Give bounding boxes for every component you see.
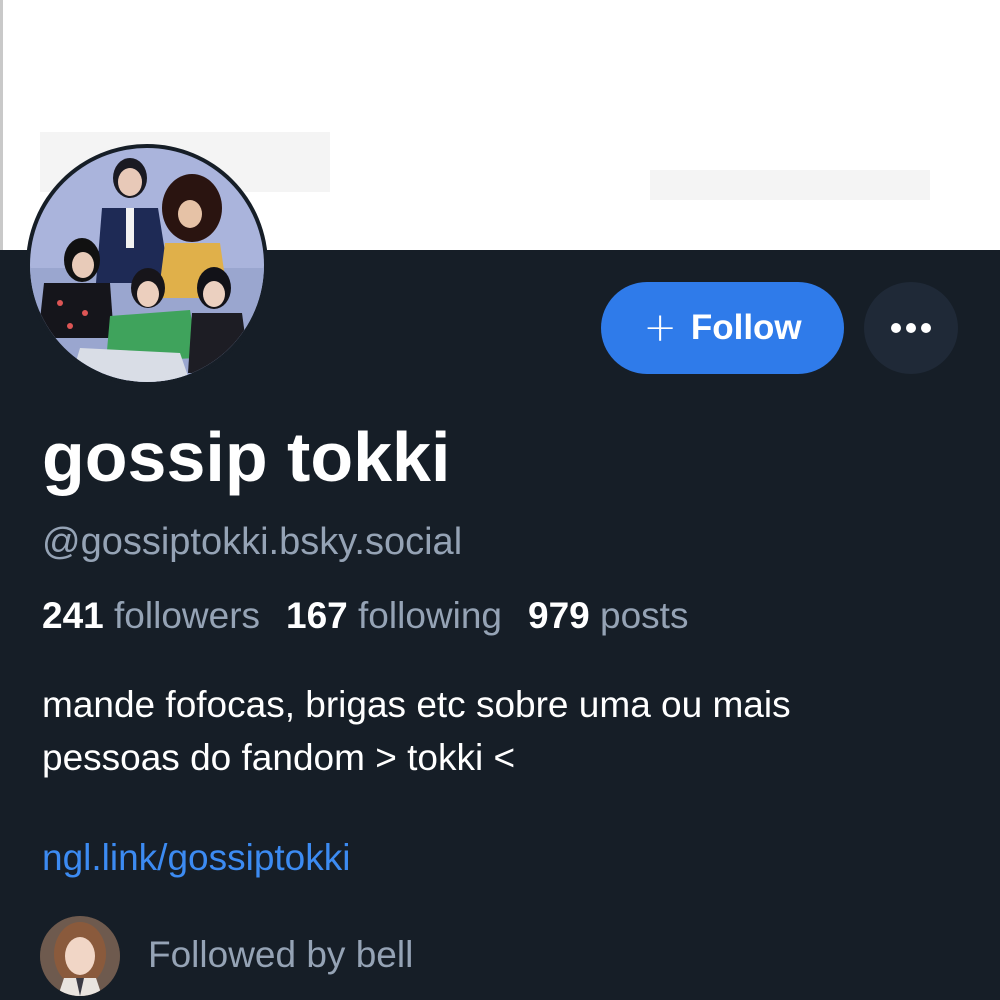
profile-bio: mande fofocas, brigas etc sobre uma ou m… [42,678,972,784]
ellipsis-icon [891,323,931,333]
followers-stat[interactable]: 241 followers [42,592,260,640]
posts-label: posts [600,595,689,636]
bio-link[interactable]: ngl.link/gossiptokki [42,834,350,882]
plus-icon: + [643,305,677,351]
posts-stat: 979 posts [528,592,688,640]
profile-avatar[interactable] [26,144,268,386]
profile-handle: @gossiptokki.bsky.social [42,521,463,563]
followers-count: 241 [42,595,104,636]
following-count: 167 [286,595,348,636]
followed-by-text[interactable]: Followed by bell [148,931,413,979]
profile-stats: 241 followers 167 following 979 posts [42,592,688,640]
following-stat[interactable]: 167 following [286,592,502,640]
bio-line: mande fofocas, brigas etc sobre uma ou m… [42,684,791,725]
display-name: gossip tokki [42,418,451,496]
group-photo-image [30,148,264,382]
posts-count: 979 [528,595,590,636]
more-options-button[interactable] [864,282,958,374]
follow-button-label: Follow [690,308,802,347]
bio-line: pessoas do fandom > tokki < [42,737,516,778]
follow-button[interactable]: + Follow [601,282,844,374]
following-label: following [358,595,503,636]
follower-avatar[interactable] [40,916,120,996]
follower-photo-image [40,916,120,996]
followers-label: followers [114,595,261,636]
